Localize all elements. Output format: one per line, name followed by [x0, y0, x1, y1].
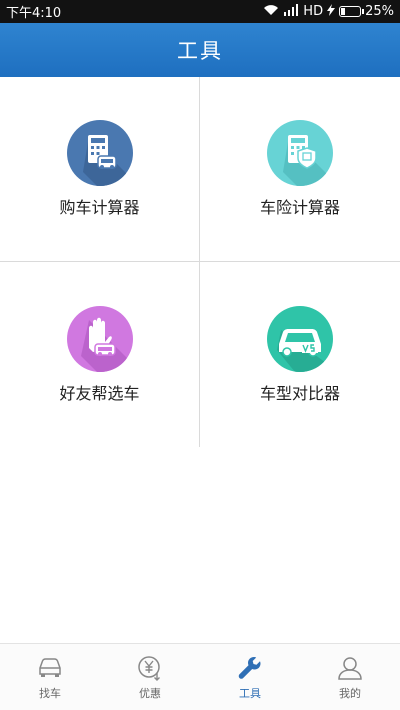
battery-icon	[339, 6, 365, 17]
person-icon	[336, 654, 364, 682]
car-model-compare-icon	[267, 305, 333, 372]
car-purchase-calculator-icon	[66, 120, 133, 186]
tab-deals[interactable]: 优惠	[100, 644, 200, 710]
tool-car-model-compare[interactable]: 车型对比器	[200, 262, 400, 447]
signal-icon	[283, 3, 299, 20]
friend-help-choose-car-icon	[66, 305, 133, 372]
network-type: HD	[303, 4, 324, 19]
wifi-icon	[263, 4, 279, 20]
tool-label: 车型对比器	[259, 383, 340, 403]
title-bar: 工具	[0, 23, 400, 77]
tool-friend-help-choose-car[interactable]: 好友帮选车	[0, 262, 200, 447]
battery-level	[341, 8, 346, 15]
wrench-icon	[236, 654, 264, 682]
tool-label: 购车计算器	[59, 198, 140, 217]
tab-label: 找车	[39, 686, 61, 700]
status-time: 下午4:10	[6, 6, 62, 21]
car-insurance-calculator-icon	[267, 120, 333, 186]
tools-grid: 购车计算器 车险计算器 好友帮选车 车型对比器	[0, 77, 400, 447]
battery-percent: 25%	[365, 4, 394, 19]
tab-tools[interactable]: 工具	[200, 644, 300, 710]
car-icon	[36, 654, 64, 682]
tab-label: 优惠	[139, 686, 161, 700]
status-bar: 下午4:10 HD 25%	[0, 0, 400, 23]
tab-mine[interactable]: 我的	[300, 644, 400, 710]
tool-label: 车险计算器	[259, 198, 340, 217]
yuan-coin-icon	[136, 654, 164, 682]
tool-car-purchase-calculator[interactable]: 购车计算器	[0, 77, 200, 262]
page-title: 工具	[177, 39, 223, 63]
status-indicators: HD 25%	[263, 3, 394, 20]
bottom-tab-bar: 找车 优惠 工具 我的	[0, 643, 400, 710]
charging-icon	[327, 3, 336, 20]
tab-find-car[interactable]: 找车	[0, 644, 100, 710]
tool-car-insurance-calculator[interactable]: 车险计算器	[200, 77, 400, 262]
tab-label: 我的	[339, 686, 361, 700]
tool-label: 好友帮选车	[59, 383, 140, 403]
tab-label: 工具	[239, 686, 261, 700]
